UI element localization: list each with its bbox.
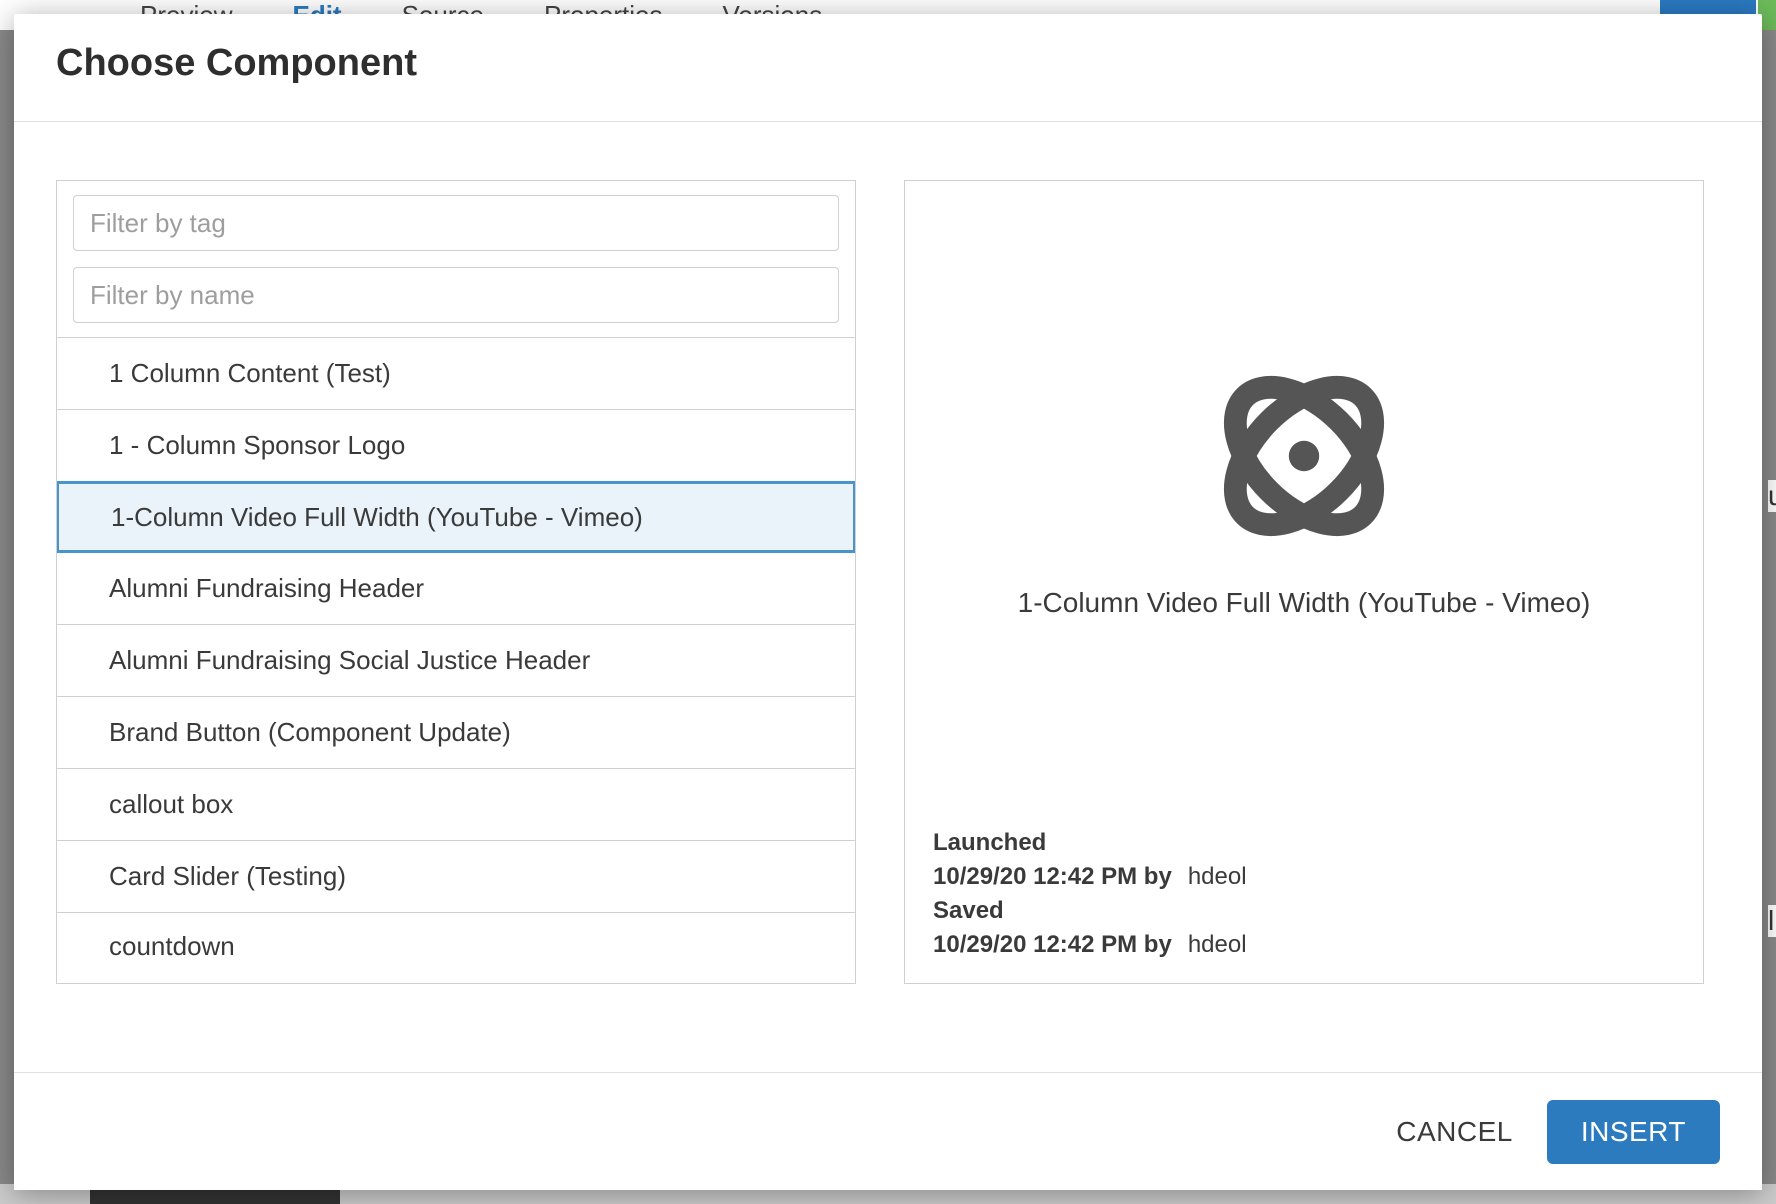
launched-label-line: Launched <box>933 829 1675 857</box>
component-item[interactable]: Alumni Fundraising Header <box>57 553 855 625</box>
component-item-label: countdown <box>109 931 235 962</box>
saved-value-line: 10/29/20 12:42 PM by hdeol <box>933 931 1675 959</box>
component-item-label: 1-Column Video Full Width (YouTube - Vim… <box>111 502 643 533</box>
filter-by-tag-input[interactable] <box>73 195 839 251</box>
component-item[interactable]: Alumni Fundraising Social Justice Header <box>57 625 855 697</box>
bg-side-letter-2: l <box>1768 905 1776 937</box>
dialog-body: 1 Column Content (Test) 1 - Column Spons… <box>14 122 1762 1072</box>
meta-block: Launched 10/29/20 12:42 PM by hdeol Save… <box>933 829 1675 959</box>
component-item-selected[interactable]: 1-Column Video Full Width (YouTube - Vim… <box>57 481 855 553</box>
component-list-panel: 1 Column Content (Test) 1 - Column Spons… <box>56 180 856 984</box>
component-detail-panel: 1-Column Video Full Width (YouTube - Vim… <box>904 180 1704 984</box>
component-item[interactable]: Brand Button (Component Update) <box>57 697 855 769</box>
component-item[interactable]: callout box <box>57 769 855 841</box>
bg-side-letter-1: u <box>1768 480 1776 512</box>
atom-icon <box>1209 361 1399 551</box>
launched-label: Launched <box>933 829 1046 857</box>
launched-user: hdeol <box>1188 863 1247 891</box>
cancel-button[interactable]: CANCEL <box>1396 1116 1513 1148</box>
launched-value: 10/29/20 12:42 PM by <box>933 863 1172 891</box>
choose-component-dialog: Choose Component 1 Column Content (Test)… <box>14 14 1762 1190</box>
component-item[interactable]: Card Slider (Testing) <box>57 841 855 913</box>
component-item-label: callout box <box>109 789 233 820</box>
component-item[interactable]: 1 - Column Sponsor Logo <box>57 410 855 482</box>
component-item-label: Card Slider (Testing) <box>109 861 346 892</box>
filter-area <box>57 181 855 338</box>
component-item-label: 1 - Column Sponsor Logo <box>109 430 405 461</box>
dialog-title: Choose Component <box>56 42 1720 85</box>
dialog-header: Choose Component <box>14 14 1762 122</box>
component-item[interactable]: countdown <box>57 913 855 963</box>
saved-value: 10/29/20 12:42 PM by <box>933 931 1172 959</box>
insert-button[interactable]: INSERT <box>1547 1100 1720 1164</box>
preview-area: 1-Column Video Full Width (YouTube - Vim… <box>933 201 1675 829</box>
launched-value-line: 10/29/20 12:42 PM by hdeol <box>933 863 1675 891</box>
saved-label: Saved <box>933 897 1004 925</box>
preview-title: 1-Column Video Full Width (YouTube - Vim… <box>1018 587 1591 619</box>
dialog-footer: CANCEL INSERT <box>14 1072 1762 1190</box>
component-item-label: Alumni Fundraising Header <box>109 573 424 604</box>
component-item-label: Alumni Fundraising Social Justice Header <box>109 645 590 676</box>
component-list[interactable]: 1 Column Content (Test) 1 - Column Spons… <box>57 338 855 983</box>
component-item[interactable]: 1 Column Content (Test) <box>57 338 855 410</box>
component-item-label: 1 Column Content (Test) <box>109 358 391 389</box>
saved-user: hdeol <box>1188 931 1247 959</box>
filter-by-name-input[interactable] <box>73 267 839 323</box>
saved-label-line: Saved <box>933 897 1675 925</box>
component-item-label: Brand Button (Component Update) <box>109 717 511 748</box>
